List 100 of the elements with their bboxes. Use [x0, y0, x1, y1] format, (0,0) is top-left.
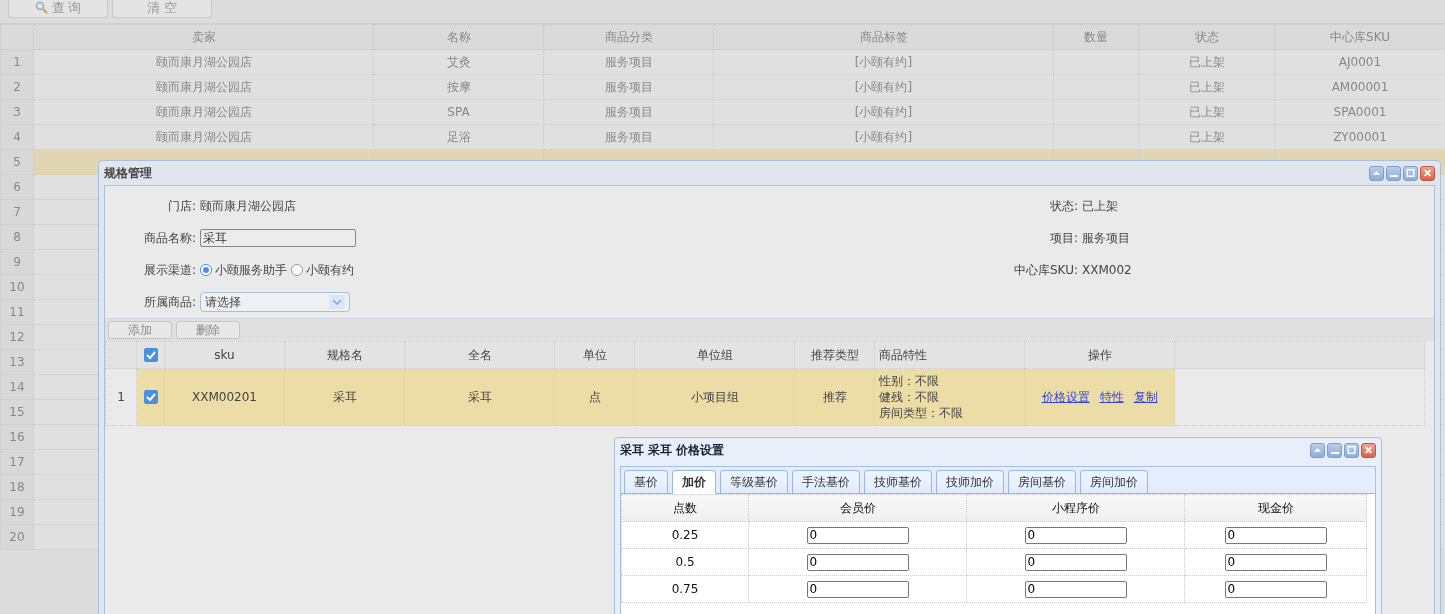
row-number: 1 [0, 49, 34, 75]
field-label: 中心库SKU: [1013, 261, 1078, 279]
column-header: 操作 [1024, 341, 1175, 369]
dialog-title: 规格管理 [104, 164, 152, 182]
price-input[interactable]: 0 [1024, 580, 1127, 598]
radio-button[interactable] [291, 264, 303, 276]
row-number: 19 [0, 499, 34, 525]
table-cell: 服务项目 [543, 99, 714, 125]
maximize-button[interactable] [1344, 442, 1359, 458]
field-value: 已上架 [1081, 197, 1119, 215]
trait-text: 房间类型：不限 [879, 405, 964, 421]
checkbox[interactable] [143, 390, 158, 405]
column-header: 卖家 [33, 24, 374, 50]
maximize-button[interactable] [1403, 165, 1418, 181]
price-input[interactable]: 0 [806, 580, 909, 598]
maximize-icon [1345, 443, 1358, 457]
tab[interactable]: 房间加价 [1080, 470, 1148, 493]
column-header: 名称 [373, 24, 544, 50]
table-cell: SPA0001 [1274, 99, 1445, 125]
column-header: 小程序价 [966, 494, 1185, 522]
row-number: 17 [0, 449, 34, 475]
tab[interactable]: 技师基价 [864, 470, 932, 493]
radio-option[interactable]: 小颐服务助手 [200, 261, 287, 279]
collapse-button[interactable] [1369, 165, 1384, 181]
table-cell: 已上架 [1138, 74, 1275, 100]
tab[interactable]: 房间基价 [1008, 470, 1076, 493]
row-number: 3 [0, 99, 34, 125]
select-field[interactable]: 请选择 [200, 292, 350, 312]
table-cell: [小颐有约] [713, 99, 1054, 125]
row-number: 10 [0, 274, 34, 300]
table-cell: 颐而康月湖公园店 [33, 124, 374, 150]
column-header: 商品特性 [874, 341, 1025, 369]
row-number: 1 [105, 368, 137, 426]
action-link[interactable]: 特性 [1099, 389, 1124, 404]
price-input[interactable]: 0 [1024, 526, 1127, 544]
search-icon [34, 1, 48, 14]
field-label: 展示渠道: [142, 261, 196, 279]
field-label: 所属商品: [142, 293, 196, 311]
table-cell: 颐而康月湖公园店 [33, 74, 374, 100]
column-header: 商品标签 [713, 24, 1054, 50]
close-button[interactable] [1420, 165, 1435, 181]
column-header: 商品分类 [543, 24, 714, 50]
table-cell: AM00001 [1274, 74, 1445, 100]
row-number: 12 [0, 324, 34, 350]
column-header: 点数 [621, 494, 749, 522]
price-input[interactable]: 0 [1224, 526, 1327, 544]
tab[interactable]: 基价 [624, 470, 668, 493]
chevron-down-icon [329, 295, 345, 309]
column-header: 单位组 [634, 341, 795, 369]
action-link[interactable]: 复制 [1133, 389, 1158, 404]
tab[interactable]: 手法基价 [792, 470, 860, 493]
row-number: 20 [0, 524, 34, 550]
table-cell: XXM00201 [164, 368, 285, 426]
field-label: 门店: [166, 197, 196, 215]
column-header: 现金价 [1184, 494, 1367, 522]
minimize-button[interactable] [1327, 442, 1342, 458]
table-cell: 服务项目 [543, 74, 714, 100]
price-input[interactable]: 0 [1224, 580, 1327, 598]
tab[interactable]: 加价 [672, 470, 716, 494]
table-cell: 已上架 [1138, 49, 1275, 75]
table-cell: 采耳 [404, 368, 555, 426]
price-input[interactable]: 0 [806, 553, 909, 571]
table-cell: 已上架 [1138, 124, 1275, 150]
radio-option[interactable]: 小颐有约 [291, 261, 354, 279]
field-label: 商品名称: [142, 229, 196, 247]
table-cell: 服务项目 [543, 49, 714, 75]
table-cell: [小颐有约] [713, 49, 1054, 75]
row-number: 14 [0, 374, 34, 400]
collapse-button[interactable] [1310, 442, 1325, 458]
row-number: 13 [0, 349, 34, 375]
tab[interactable]: 等级基价 [720, 470, 788, 493]
field-value: 颐而康月湖公园店 [199, 197, 297, 215]
radio-button[interactable] [200, 264, 212, 276]
table-cell: 颐而康月湖公园店 [33, 99, 374, 125]
column-header: 单位 [554, 341, 635, 369]
input-field[interactable]: 采耳 [200, 229, 356, 247]
table-cell: 0.75 [621, 575, 749, 603]
action-link[interactable]: 价格设置 [1041, 389, 1090, 404]
column-header: 推荐类型 [794, 341, 875, 369]
row-number: 16 [0, 424, 34, 450]
row-number: 15 [0, 399, 34, 425]
column-header: 数量 [1053, 24, 1139, 50]
price-input[interactable]: 0 [1224, 553, 1327, 571]
column-header: 状态 [1138, 24, 1275, 50]
tab[interactable]: 技师加价 [936, 470, 1004, 493]
field-label: 项目: [1048, 229, 1078, 247]
price-input[interactable]: 0 [1024, 553, 1127, 571]
table-cell: 点 [554, 368, 635, 426]
table-cell: [小颐有约] [713, 74, 1054, 100]
table-cell: [小颐有约] [713, 124, 1054, 150]
minimize-button[interactable] [1386, 165, 1401, 181]
checkbox[interactable] [143, 348, 158, 363]
row-number: 2 [0, 74, 34, 100]
table-cell: ZY00001 [1274, 124, 1445, 150]
row-number: 5 [0, 149, 34, 175]
price-input[interactable]: 0 [806, 526, 909, 544]
column-header: 全名 [404, 341, 555, 369]
row-number: 7 [0, 199, 34, 225]
close-button[interactable] [1361, 442, 1376, 458]
table-cell: 按摩 [373, 74, 544, 100]
